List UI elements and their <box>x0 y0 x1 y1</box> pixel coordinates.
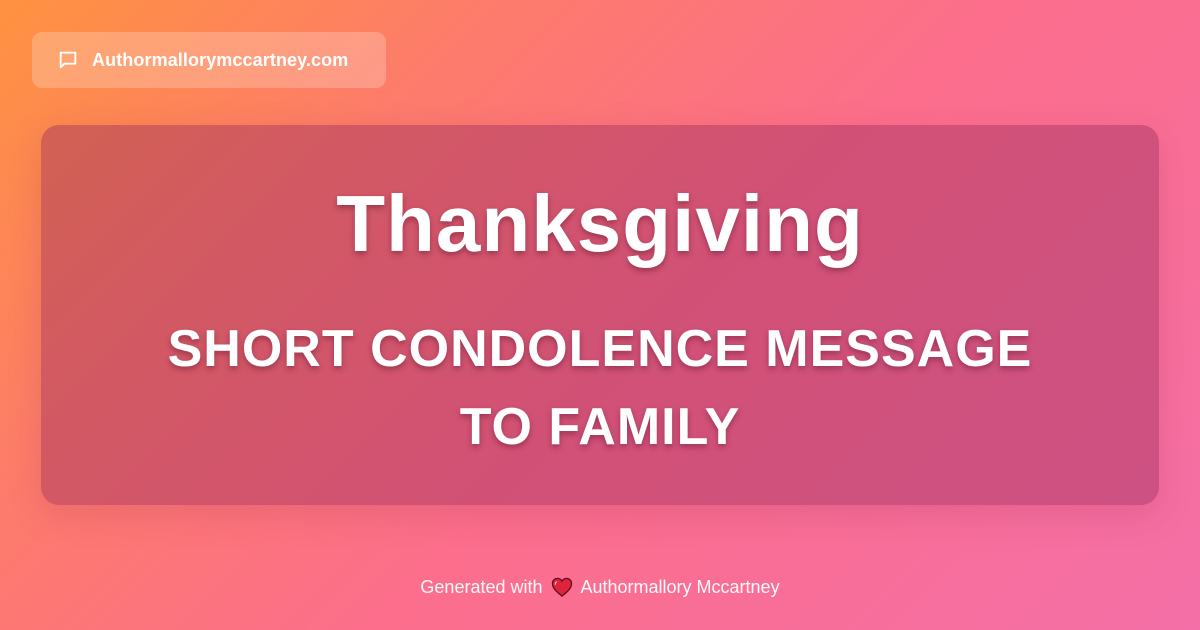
site-name: Authormallorymccartney.com <box>92 49 349 70</box>
message-bubble-icon <box>56 48 80 72</box>
footer-author[interactable]: Authormallory Mccartney <box>581 577 780 598</box>
heart-icon <box>550 576 574 598</box>
subtitle-line-2: TO FAMILY <box>459 398 741 456</box>
footer-prefix: Generated with <box>420 576 543 597</box>
footer-credit: Generated with Authormallory Mccartney <box>0 574 1200 600</box>
title-card: Thanksgiving SHORT CONDOLENCE MESSAGE TO… <box>41 125 1159 505</box>
site-badge[interactable]: Authormallorymccartney.com <box>32 32 386 88</box>
page-subtitle: SHORT CONDOLENCE MESSAGE TO FAMILY <box>101 310 1099 466</box>
subtitle-line-1: SHORT CONDOLENCE MESSAGE <box>167 320 1033 378</box>
page-title: Thanksgiving <box>336 179 864 268</box>
